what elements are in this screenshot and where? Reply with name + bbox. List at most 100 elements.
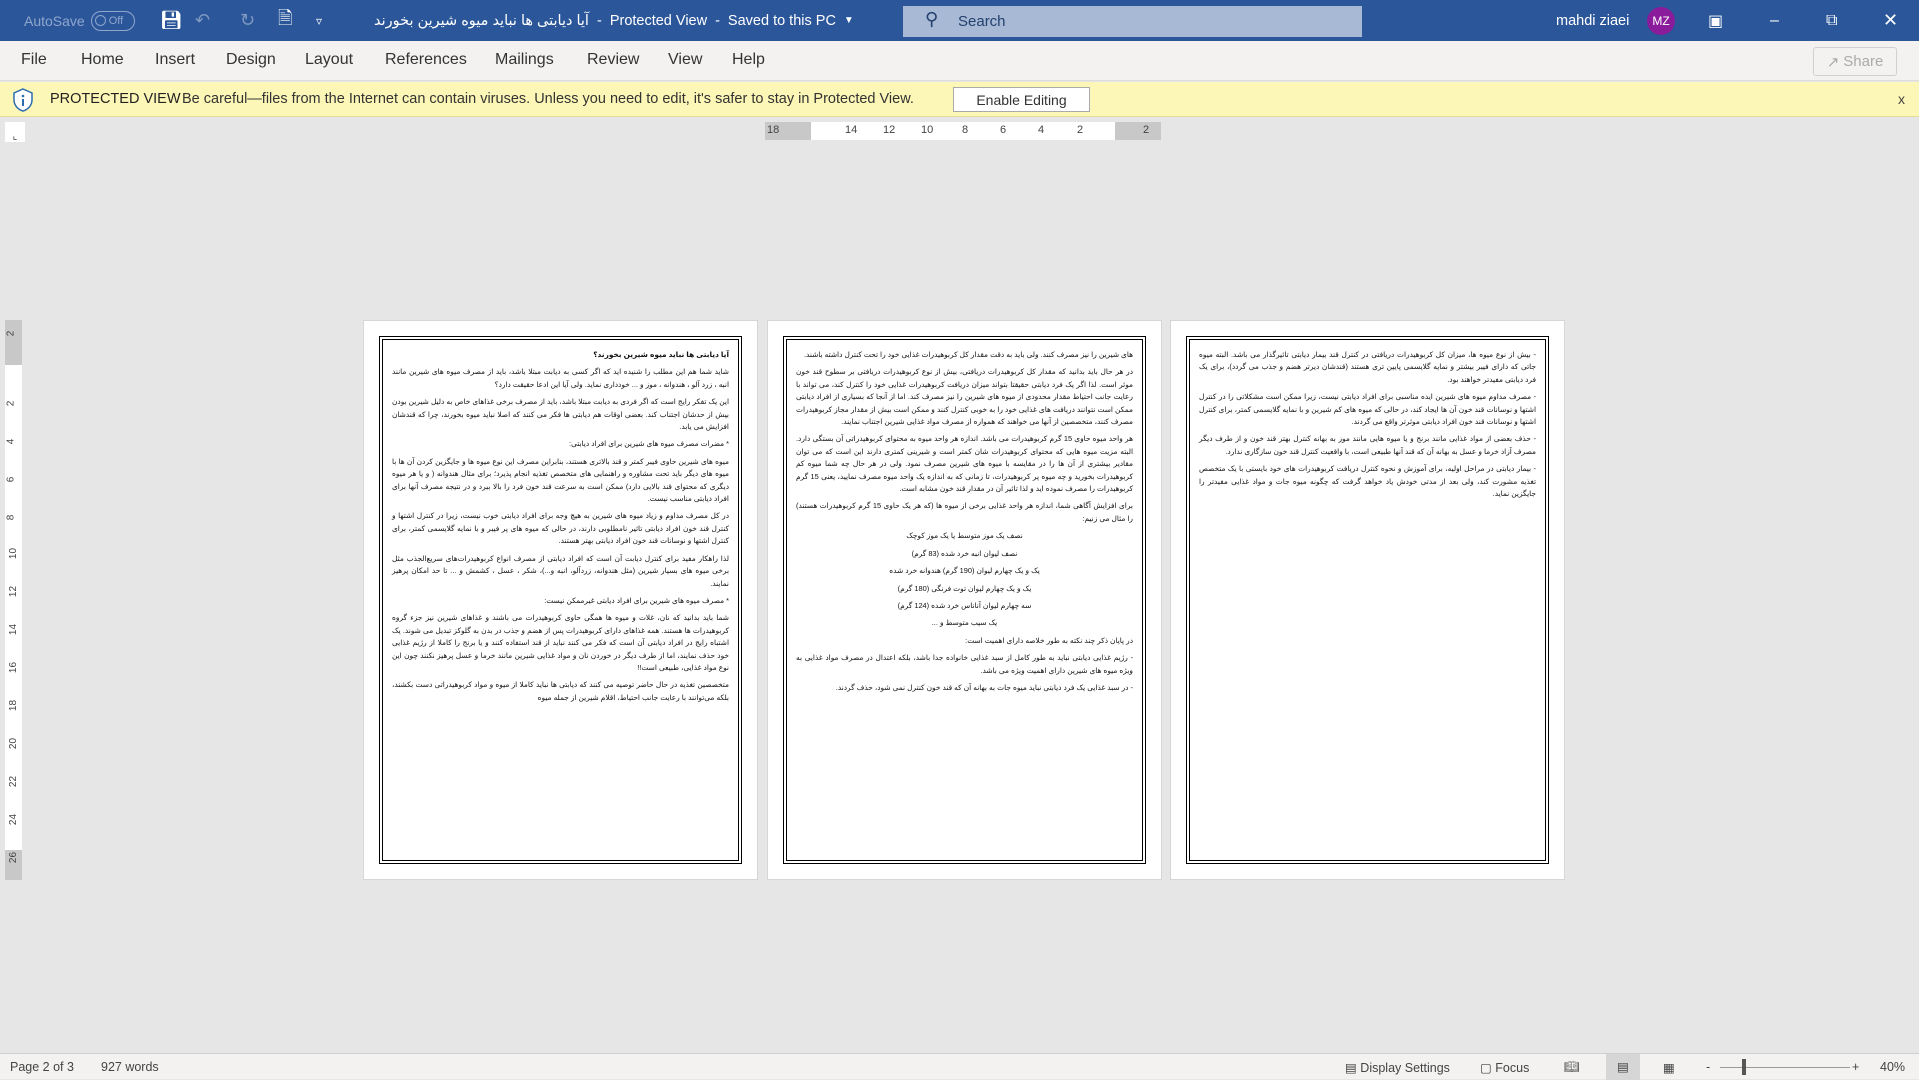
minimize-icon[interactable]: – (1770, 0, 1779, 41)
paragraph: متخصصین تغذیه در حال حاضر توصیه می کنند … (392, 680, 729, 702)
user-name[interactable]: mahdi ziaei (1556, 0, 1629, 41)
toggle-switch[interactable]: Off (90, 10, 135, 31)
paragraph: * مضرات مصرف میوه های شیرین برای افراد د… (569, 439, 729, 449)
ruler-tick: 2 (1077, 124, 1084, 136)
redo-icon[interactable]: ↻ (240, 0, 255, 41)
search-icon: ⚲ (925, 9, 939, 29)
new-document-icon[interactable]: 🗎︎ (278, 0, 292, 41)
web-layout-icon[interactable]: ▦ (1663, 1060, 1675, 1075)
tab-home[interactable]: Home (81, 51, 124, 69)
page-1[interactable]: آیا دیابتی ها نباید میوه شیرین بخورند؟ شا… (363, 320, 758, 880)
ruler-tick: 18 (767, 124, 780, 136)
paragraph: یک و یک چهارم لیوان (190 گرم) هندوانه خر… (889, 566, 1040, 576)
page-text: آیا دیابتی ها نباید میوه شیرین بخورند؟ شا… (392, 349, 729, 709)
paragraph: - مصرف مداوم میوه های شیرین ایده مناسبی … (1199, 392, 1536, 427)
save-icon[interactable]: 💾︎ (160, 0, 183, 41)
autosave-label: AutoSave (24, 12, 85, 29)
focus-icon: ▢ (1480, 1061, 1496, 1075)
page-3[interactable]: - بیش از نوع میوه ها، میزان کل کربوهیدرا… (1170, 320, 1565, 880)
paragraph: آیا دیابتی ها نباید میوه شیرین بخورند؟ (593, 350, 729, 359)
tab-design[interactable]: Design (226, 51, 276, 69)
enable-editing-button[interactable]: Enable Editing (953, 87, 1090, 112)
ruler-tick: 8 (5, 514, 17, 521)
word-count[interactable]: 927 words (101, 1060, 159, 1074)
ruler-tick: 12 (883, 124, 896, 136)
display-settings-label: Display Settings (1360, 1061, 1450, 1075)
ruler-tick: 16 (8, 661, 20, 674)
vertical-ruler[interactable]: 2 2 4 6 8 10 12 14 16 18 20 22 24 26 (5, 320, 22, 880)
customize-toolbar-icon[interactable]: ▿ (316, 0, 322, 41)
search-placeholder: Search (958, 13, 1006, 30)
tab-review[interactable]: Review (587, 51, 639, 69)
page-count[interactable]: Page 2 of 3 (10, 1060, 74, 1074)
ruler-tick: 6 (1000, 124, 1007, 136)
avatar[interactable]: MZ (1647, 6, 1675, 35)
zoom-in-button[interactable]: + (1852, 1060, 1859, 1074)
document-title: آیا دیابتی ها نباید میوه شیرین بخورند - P… (374, 12, 854, 29)
ruler-tick: 4 (1038, 124, 1045, 136)
ruler-tick: 20 (8, 737, 20, 750)
undo-icon[interactable]: ↶ (195, 0, 210, 41)
page-text: - بیش از نوع میوه ها، میزان کل کربوهیدرا… (1199, 349, 1536, 505)
display-settings-button[interactable]: ▤ Display Settings (1345, 1060, 1450, 1075)
focus-label: Focus (1495, 1061, 1530, 1075)
zoom-slider-thumb[interactable] (1742, 1059, 1746, 1075)
protected-view-label: PROTECTED VIEW (50, 91, 181, 107)
tab-selector[interactable]: ⌞ (5, 122, 25, 142)
ruler-tick: 6 (5, 476, 17, 483)
chevron-down-icon[interactable]: ▼ (844, 15, 854, 26)
ruler-tick: 2 (5, 400, 17, 407)
ruler-tick: 24 (8, 813, 20, 826)
share-icon: ↗ (1826, 53, 1840, 71)
paragraph: سه چهارم لیوان آناناس خرد شده (124 گرم) (897, 600, 1032, 610)
zoom-slider[interactable] (1720, 1067, 1850, 1068)
paragraph: این یک تفکر رایج است که اگر فردی به دیاب… (392, 397, 729, 432)
close-icon[interactable]: ✕ (1883, 0, 1898, 41)
paragraph: شاید شما هم این مطلب را شنیده اید که اگر… (392, 367, 729, 389)
ruler-tick: 8 (962, 124, 969, 136)
paragraph: - رژیم غذایی دیابتی نباید به طور کامل از… (796, 653, 1133, 675)
ruler-tick: 26 (8, 851, 20, 864)
paragraph: در کل مصرف مداوم و زیاد میوه های شیرین ب… (392, 511, 729, 546)
paragraph: در هر حال باید بدانید که مقدار کل کربوهی… (796, 367, 1133, 427)
focus-button[interactable]: ▢ Focus (1480, 1060, 1529, 1075)
ruler-tick: 14 (845, 124, 858, 136)
tab-references[interactable]: References (385, 51, 467, 69)
paragraph: لذا راهکار مفید برای کنترل دیابت آن است … (392, 553, 729, 588)
zoom-level[interactable]: 40% (1880, 1060, 1905, 1074)
ribbon-display-options-icon[interactable]: ▣ (1708, 0, 1723, 41)
ruler-tick: 12 (8, 585, 20, 598)
paragraph: - حذف بعضی از مواد غذایی مانند برنج و یا… (1199, 434, 1536, 456)
zoom-out-button[interactable]: - (1706, 1060, 1710, 1074)
ruler-tick: 10 (921, 124, 934, 136)
ruler-tick: 2 (5, 330, 17, 337)
paragraph: نصف لیوان انبه خرد شده (83 گرم) (911, 548, 1018, 558)
tab-help[interactable]: Help (732, 51, 765, 69)
tab-layout[interactable]: Layout (305, 51, 353, 69)
ruler-tick: 10 (8, 547, 20, 560)
autosave-toggle[interactable]: AutoSave Off (24, 0, 135, 41)
tab-insert[interactable]: Insert (155, 51, 195, 69)
print-layout-icon[interactable]: ▤ (1606, 1054, 1640, 1080)
shield-info-icon (13, 88, 33, 112)
tab-file[interactable]: File (21, 51, 47, 69)
saved-status[interactable]: Saved to this PC (728, 13, 836, 29)
paragraph: شما باید بدانید که نان، غلات و میوه ها ه… (392, 613, 729, 672)
close-bar-icon[interactable]: x (1898, 91, 1905, 107)
paragraph: یک و یک چهارم لیوان توت فرنگی (180 گرم) (897, 583, 1032, 593)
search-box[interactable]: ⚲ Search (903, 6, 1362, 37)
horizontal-ruler[interactable]: 18 14 12 10 8 6 4 2 2 (765, 122, 1161, 140)
tab-view[interactable]: View (668, 51, 702, 69)
restore-icon[interactable]: ⧉ (1826, 0, 1837, 41)
tab-mailings[interactable]: Mailings (495, 51, 554, 69)
ruler-tick: 18 (8, 699, 20, 712)
ruler-tick: 22 (8, 775, 20, 788)
ribbon-tabs: File Home Insert Design Layout Reference… (0, 41, 1919, 81)
page-2[interactable]: های شیرین را نیز مصرف کنند. ولی باید به … (767, 320, 1162, 880)
share-label: Share (1843, 53, 1884, 70)
mode-text: Protected View (609, 12, 708, 29)
read-mode-icon[interactable]: 📖︎ (1564, 1060, 1580, 1075)
share-button[interactable]: ↗ Share (1813, 47, 1897, 76)
protected-view-bar: PROTECTED VIEW Be careful—files from the… (0, 82, 1919, 117)
paragraph: * مصرف میوه های شیرین برای افراد دیابتی … (544, 595, 729, 605)
